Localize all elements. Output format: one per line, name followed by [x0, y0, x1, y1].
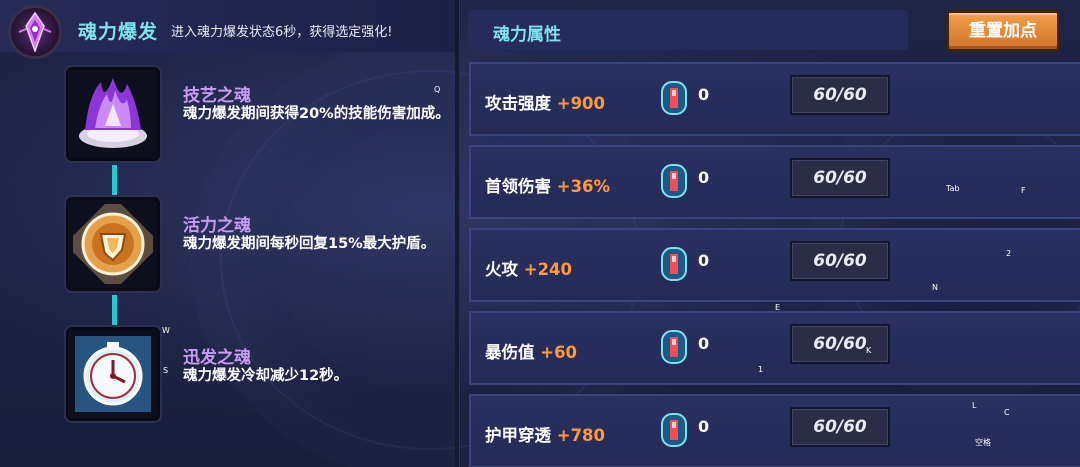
key-hint-tab: Tab — [946, 184, 960, 193]
talent-description: 魂力爆发期间获得20%的技能伤害加成。 — [183, 106, 450, 122]
burst-title: 魂力爆发 — [78, 21, 159, 43]
talent-description: 魂力爆发冷却减少12秒。 — [183, 368, 349, 384]
attribute-row-armor-penetration: 护甲穿透 +780 0 60/60 — [469, 394, 1080, 467]
attribute-bonus: +240 — [523, 260, 573, 279]
attribute-row-fire-attack: 火攻 +240 0 60/60 — [469, 228, 1080, 302]
talent-name: 迅发之魂 — [183, 348, 251, 368]
points-display[interactable]: 60/60 — [790, 241, 890, 281]
soul-burst-emblem-icon — [8, 5, 62, 59]
key-hint-c: C — [1004, 408, 1010, 417]
attribute-label: 暴伤值 +60 — [485, 343, 578, 362]
key-hint-k: K — [866, 346, 872, 355]
attribute-bonus: +36% — [556, 177, 611, 196]
gem-count: 0 — [698, 334, 710, 353]
attributes-header: 魂力属性 — [468, 10, 908, 50]
burst-header: 魂力爆发 进入魂力爆发状态6秒，获得选定强化! — [0, 0, 455, 59]
shield-emblem-icon[interactable] — [66, 197, 160, 291]
points-display[interactable]: 60/60 — [790, 158, 890, 198]
points-display[interactable]: 60/60 — [790, 407, 890, 447]
soul-gem-icon — [661, 81, 687, 115]
key-hint-1: 1 — [758, 365, 764, 374]
soul-gem-icon — [661, 247, 687, 281]
attribute-label: 首领伤害 +36% — [485, 177, 611, 196]
attribute-label: 火攻 +240 — [485, 260, 573, 279]
key-hint-w: W — [162, 326, 170, 335]
clock-icon[interactable] — [66, 327, 160, 421]
attribute-bonus: +60 — [540, 343, 578, 362]
key-hint-e: E — [775, 303, 781, 312]
attribute-row-attack-power: 攻击强度 +900 0 60/60 — [469, 62, 1080, 136]
key-hint-s: S — [163, 366, 169, 375]
soul-gem-icon — [661, 164, 687, 198]
gem-count: 0 — [698, 251, 710, 270]
points-display[interactable]: 60/60 — [790, 324, 890, 364]
attribute-label: 攻击强度 +900 — [485, 94, 606, 113]
soul-gem-icon — [661, 330, 687, 364]
key-hint-f: F — [1021, 186, 1026, 195]
soul-crystal-icon[interactable] — [66, 67, 160, 161]
key-hint-space: 空格 — [975, 438, 991, 447]
key-hint-l: L — [972, 401, 977, 410]
talent-connector — [112, 295, 117, 325]
key-hint-n: N — [932, 283, 938, 292]
soul-gem-icon — [661, 413, 687, 447]
talent-name: 技艺之魂 — [183, 86, 251, 106]
key-hint-2: 2 — [1006, 249, 1012, 258]
attribute-bonus: +780 — [556, 426, 606, 445]
burst-description: 进入魂力爆发状态6秒，获得选定强化! — [171, 25, 393, 40]
attribute-row-boss-damage: 首领伤害 +36% 0 60/60 — [469, 145, 1080, 219]
points-display[interactable]: 60/60 — [790, 75, 890, 115]
attributes-title: 魂力属性 — [493, 25, 561, 45]
key-hint-q: Q — [434, 85, 441, 94]
reset-points-button[interactable]: 重置加点 — [946, 10, 1060, 52]
gem-count: 0 — [698, 417, 710, 436]
attribute-bonus: +900 — [556, 94, 606, 113]
talent-description: 魂力爆发期间每秒回复15%最大护盾。 — [183, 236, 436, 252]
attribute-label: 护甲穿透 +780 — [485, 426, 606, 445]
talent-name: 活力之魂 — [183, 216, 251, 236]
gem-count: 0 — [698, 85, 710, 104]
talent-connector — [112, 165, 117, 195]
attribute-row-crit-damage: 暴伤值 +60 0 60/60 — [469, 311, 1080, 385]
panel-divider — [455, 0, 459, 467]
gem-count: 0 — [698, 168, 710, 187]
